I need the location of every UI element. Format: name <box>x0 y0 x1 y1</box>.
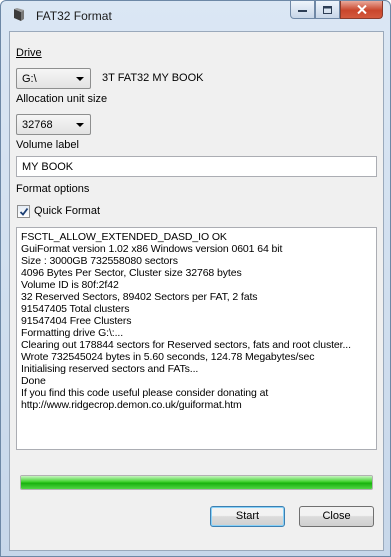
log-line: Wrote 732545024 bytes in 5.60 seconds, 1… <box>21 351 315 363</box>
log-line: 4096 Bytes Per Sector, Cluster size 3276… <box>21 267 242 279</box>
drive-select[interactable]: G:\ <box>16 68 91 89</box>
app-window: FAT32 Format Drive G:\ 3T FAT32 MY BOOK … <box>0 0 391 557</box>
log-line: FSCTL_ALLOW_EXTENDED_DASD_IO OK <box>21 231 227 243</box>
chevron-down-icon <box>76 123 84 127</box>
drive-select-value: G:\ <box>22 73 37 85</box>
log-line: 91547404 Free Clusters <box>21 315 132 327</box>
allocation-unit-size-label: Allocation unit size <box>16 93 108 105</box>
progress-bar-fill <box>21 476 372 489</box>
log-line: 32 Reserved Sectors, 89402 Sectors per F… <box>21 291 258 303</box>
chevron-down-icon <box>76 77 84 81</box>
output-log[interactable]: FSCTL_ALLOW_EXTENDED_DASD_IO OK GuiFormat… <box>16 227 377 450</box>
title-bar[interactable]: FAT32 Format <box>1 1 390 29</box>
start-button[interactable]: Start <box>210 506 285 527</box>
log-line: Formatting drive G:\:... <box>21 327 124 339</box>
quick-format-label[interactable]: Quick Format <box>34 205 100 217</box>
log-line: Done <box>21 375 46 387</box>
checkmark-icon <box>19 207 29 216</box>
allocation-unit-size-select[interactable]: 32768 <box>16 114 91 135</box>
log-line: Volume ID is 80f:2f42 <box>21 279 119 291</box>
minimize-button[interactable] <box>290 1 315 19</box>
format-options-label: Format options <box>16 183 90 195</box>
drive-description: 3T FAT32 MY BOOK <box>102 72 204 84</box>
volume-label-input[interactable]: MY BOOK <box>16 156 377 177</box>
minimize-icon <box>298 9 307 12</box>
log-line: If you find this code useful please cons… <box>21 387 269 399</box>
log-line: Clearing out 178844 sectors for Reserved… <box>21 339 351 351</box>
close-window-button[interactable] <box>340 1 383 19</box>
allocation-select-value: 32768 <box>22 119 53 131</box>
progress-bar <box>20 475 373 490</box>
window-title: FAT32 Format <box>36 9 112 23</box>
log-line: Initialising reserved sectors and FATs..… <box>21 363 199 375</box>
log-line: 91547405 Total clusters <box>21 303 130 315</box>
close-button[interactable]: Close <box>299 506 374 527</box>
drive-format-icon <box>14 8 24 21</box>
caption-buttons <box>290 1 383 21</box>
maximize-button[interactable] <box>315 1 340 19</box>
quick-format-checkbox[interactable] <box>17 205 30 218</box>
dialog-client-area: Drive G:\ 3T FAT32 MY BOOK Allocation un… <box>9 31 384 551</box>
volume-label-label: Volume label <box>16 139 79 151</box>
drive-label: Drive <box>16 47 42 59</box>
log-line: Size : 3000GB 732558080 sectors <box>21 255 178 267</box>
log-line: http://www.ridgecrop.demon.co.uk/guiform… <box>21 399 242 411</box>
log-line: GuiFormat version 1.02 x86 Windows versi… <box>21 243 283 255</box>
maximize-icon <box>323 5 332 14</box>
close-icon <box>356 5 367 14</box>
